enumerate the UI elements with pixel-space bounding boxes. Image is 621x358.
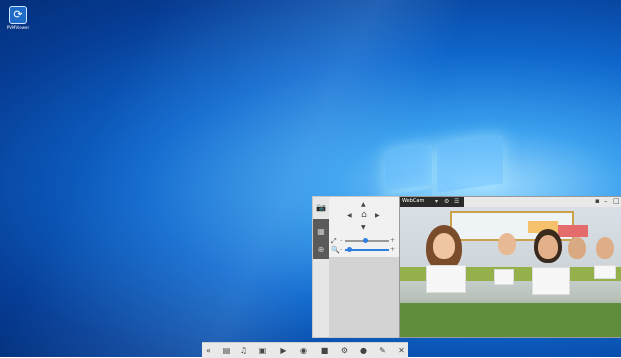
snapshot-icon[interactable]: ▣ (257, 345, 268, 356)
zoom-fit-icon: ⤢ (331, 237, 337, 245)
layout-icon[interactable]: ▤ (221, 345, 232, 356)
grid-icon[interactable]: ▦ (314, 224, 328, 240)
desktop-shortcut-label: PVMViewer (6, 25, 30, 30)
ptz-right-arrow[interactable]: ▶ (375, 212, 380, 219)
user-icon[interactable]: ● (358, 345, 369, 356)
zoom-slider-knob[interactable] (362, 238, 368, 243)
zoom-slider[interactable]: ⤢ - + (331, 237, 395, 245)
control-sidebar: 📷 ▦ ⊕ (313, 197, 329, 337)
pin-icon[interactable]: ▪ (595, 197, 600, 205)
focus-slider[interactable]: 🔍 - + (331, 246, 395, 254)
bars-icon[interactable]: ☰ (454, 198, 459, 205)
broadcast-icon[interactable]: ◉ (298, 345, 309, 356)
dropdown-icon[interactable]: ▾ (435, 198, 438, 205)
record-icon[interactable]: ▶ (278, 345, 289, 356)
maximize-icon[interactable]: □ (613, 197, 620, 205)
bottom-toolbar: « ▤ ♫ ▣ ▶ ◉ ■ ⚙ ● ✎ ✕ (202, 342, 408, 358)
focus-slider-knob[interactable] (346, 247, 352, 252)
logo-pane (437, 135, 503, 193)
settings-icon[interactable]: ⚙ (444, 198, 449, 205)
ptz-down-arrow[interactable]: ▼ (361, 224, 366, 231)
edit-icon[interactable]: ✎ (377, 345, 388, 356)
ptz-up-arrow[interactable]: ▲ (361, 201, 366, 208)
close-icon[interactable]: ✕ (396, 345, 407, 356)
camera-feed (400, 207, 621, 337)
home-icon[interactable]: ⌂ (359, 210, 369, 220)
magnifier-icon: 🔍 (331, 246, 340, 254)
minimize-icon[interactable]: – (604, 197, 608, 205)
desktop-shortcut[interactable]: ⟳ PVMViewer (5, 6, 31, 30)
camera-icon[interactable]: 📷 (314, 200, 328, 216)
preset-area (329, 257, 399, 337)
app-icon: ⟳ (9, 6, 27, 24)
talk-icon[interactable]: ♫ (238, 345, 249, 356)
ptz-left-arrow[interactable]: ◀ (347, 212, 352, 219)
video-window: WebCam ▾ ⚙ ☰ ▪ – □ (399, 196, 621, 338)
video-titlebar: WebCam ▾ ⚙ ☰ ▪ – □ (400, 197, 621, 207)
settings-icon[interactable]: ⚙ (339, 345, 350, 356)
zoom-icon[interactable]: ⊕ (314, 242, 328, 258)
control-panel: 📷 ▦ ⊕ ▲ ◀ ⌂ ▶ ▼ ⤢ - + 🔍 - + (312, 196, 400, 338)
ptz-control: ▲ ◀ ⌂ ▶ ▼ (343, 201, 383, 235)
folder-icon[interactable]: ■ (319, 345, 330, 356)
logo-pane (385, 144, 432, 192)
camera-name: WebCam (402, 198, 425, 204)
collapse-icon[interactable]: « (203, 345, 214, 356)
